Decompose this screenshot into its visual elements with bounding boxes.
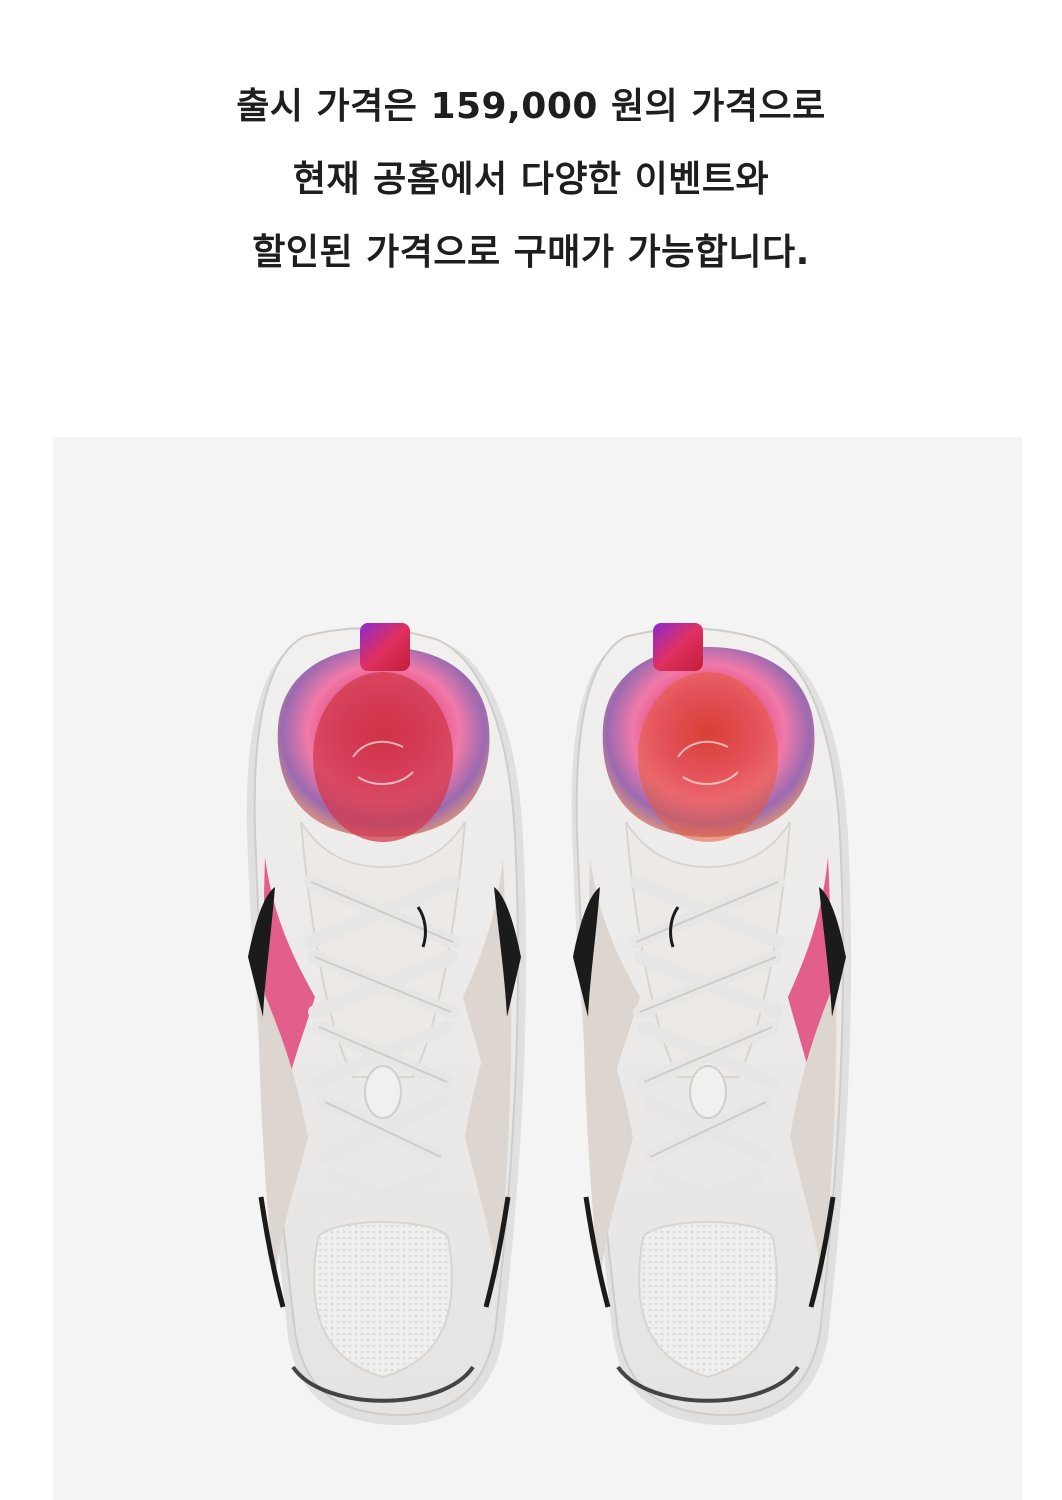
product-photo: [53, 437, 1022, 1500]
sneakers-image: [246, 623, 852, 1426]
article-page: 출시 가격은 159,000 원의 가격으로 현재 공홈에서 다양한 이벤트와 …: [0, 0, 1062, 1500]
right-heel-tab: [653, 623, 703, 671]
caption-line-price: 출시 가격은 159,000 원의 가격으로: [236, 86, 826, 127]
article-caption: 출시 가격은 159,000 원의 가격으로 현재 공홈에서 다양한 이벤트와 …: [0, 70, 1062, 289]
left-heel-tab: [360, 623, 410, 671]
left-shoe: [246, 623, 527, 1426]
right-shoe: [571, 623, 852, 1426]
caption-line-discount: 할인된 가격으로 구매가 가능합니다.: [252, 232, 810, 273]
caption-line-events: 현재 공홈에서 다양한 이벤트와: [292, 159, 770, 200]
